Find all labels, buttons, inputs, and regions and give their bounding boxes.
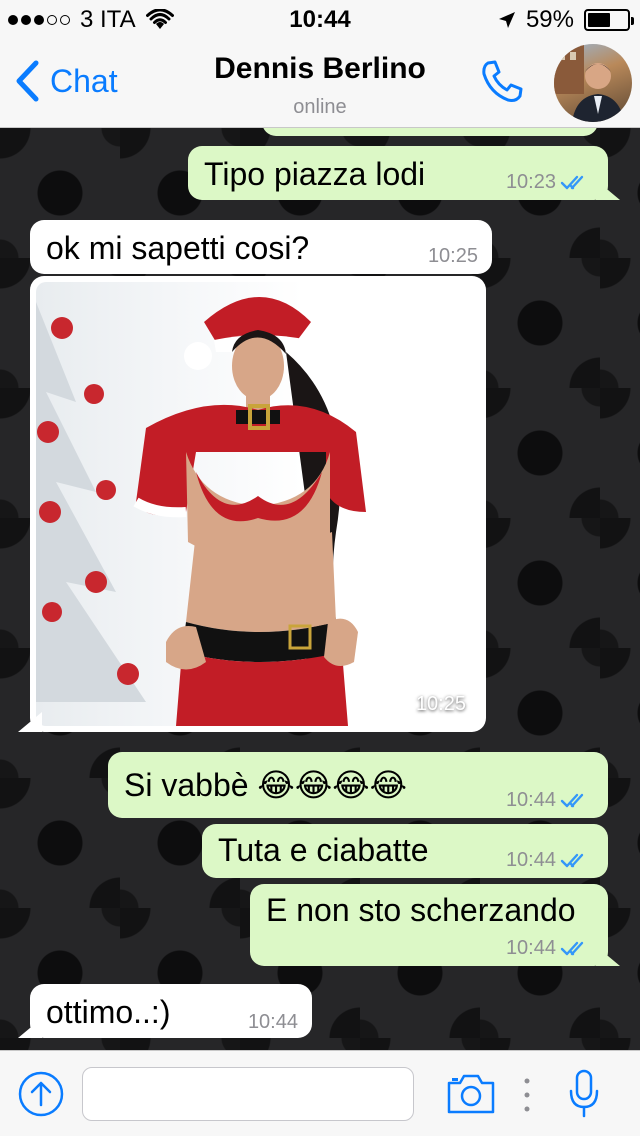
message-bubble-partial (262, 128, 598, 136)
message-text: Tipo piazza lodi (204, 156, 426, 192)
message-time: 10:44 (505, 789, 556, 811)
message-bubble[interactable]: Tuta e ciabatte 10:44 (202, 824, 608, 878)
battery-percent: 59% (525, 6, 574, 33)
read-receipt-icon (560, 853, 584, 867)
camera-icon[interactable] (446, 1073, 496, 1115)
message-bubble[interactable]: Si vabbè 😂😂😂😂 10:44 (108, 752, 608, 818)
contact-status: online (293, 96, 347, 118)
message-text: ok mi sapetti cosi? (46, 230, 310, 266)
message-list[interactable]: Tipo piazza lodi 10:23 ok mi sapetti cos… (0, 128, 640, 1050)
status-bar: 3 ITA 10:44 59% (0, 0, 640, 40)
more-icon[interactable] (522, 1075, 532, 1115)
message-text: Tuta e ciabatte (218, 832, 429, 868)
message-time: 10:44 (505, 849, 556, 871)
message-text: Si vabbè 😂😂😂😂 (124, 767, 407, 803)
microphone-icon[interactable] (568, 1069, 600, 1119)
message-bubble[interactable]: ottimo..:) 10:44 (30, 984, 312, 1038)
battery-icon (584, 9, 634, 31)
read-receipt-icon (560, 793, 584, 807)
avatar[interactable] (554, 44, 632, 122)
read-receipt-icon (560, 941, 584, 955)
message-text: ottimo..:) (46, 994, 171, 1030)
read-receipt-icon (560, 175, 584, 189)
message-time: 10:25 (427, 245, 478, 267)
contact-name[interactable]: Dennis Berlino (0, 52, 640, 86)
message-time: 10:25 (415, 693, 466, 715)
location-arrow-icon (498, 12, 515, 28)
message-bubble[interactable]: Tipo piazza lodi 10:23 (188, 146, 608, 200)
message-text: E non sto scherzando (266, 892, 576, 928)
message-input[interactable] (82, 1067, 414, 1121)
message-time: 10:44 (247, 1011, 298, 1033)
message-time: 10:23 (505, 171, 556, 193)
shared-photo[interactable]: 10:25 (36, 282, 480, 726)
message-bubble[interactable]: ok mi sapetti cosi? 10:25 (30, 220, 492, 274)
composer-bar (0, 1050, 640, 1136)
upload-icon[interactable] (18, 1071, 64, 1117)
chat-header: Chat Dennis Berlino online (0, 40, 640, 128)
phone-icon[interactable] (478, 58, 526, 106)
image-message[interactable]: 10:25 (30, 276, 486, 732)
message-time: 10:44 (505, 937, 556, 959)
message-bubble[interactable]: E non sto scherzando 10:44 (250, 884, 608, 966)
